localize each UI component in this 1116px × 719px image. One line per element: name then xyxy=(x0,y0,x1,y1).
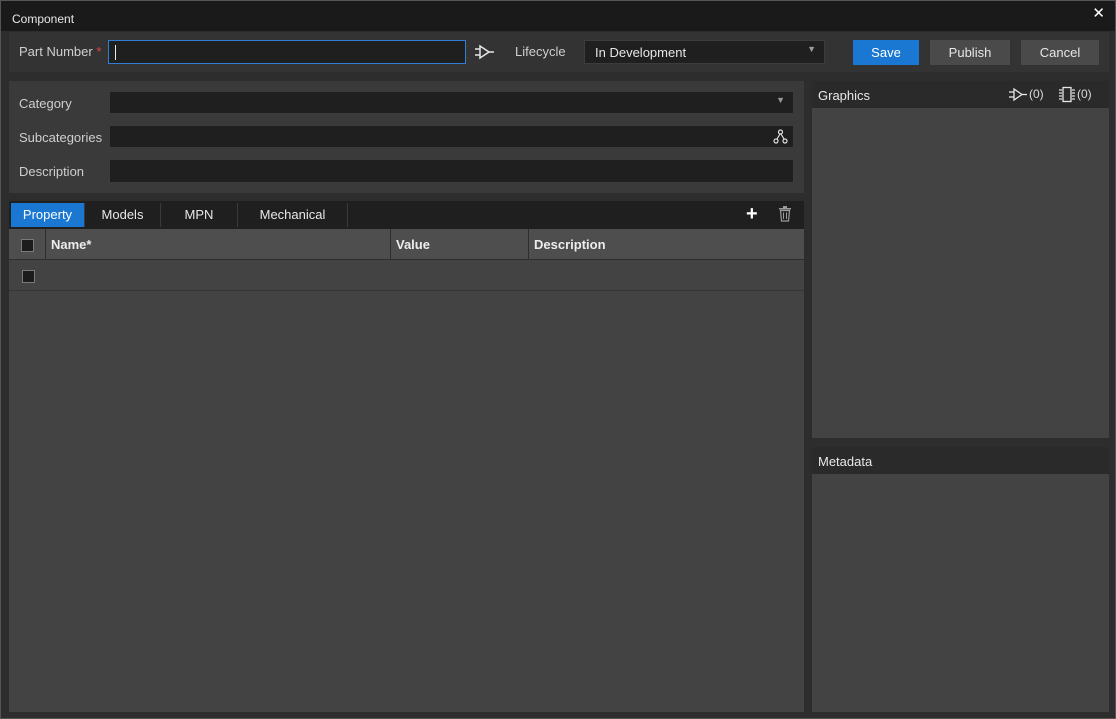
part-number-input[interactable] xyxy=(108,40,466,64)
tab-models[interactable]: Models xyxy=(85,203,161,227)
tab-mechanical[interactable]: Mechanical xyxy=(238,203,348,227)
required-mark: * xyxy=(96,44,102,59)
part-number-label: Part Number * xyxy=(19,44,102,59)
title-bar: Component ✕ xyxy=(1,1,1115,31)
graphics-title: Graphics xyxy=(818,88,871,103)
description-input[interactable] xyxy=(109,159,794,183)
table-row[interactable] xyxy=(9,260,804,291)
select-all-cell xyxy=(9,229,46,260)
lifecycle-select[interactable]: In Development ▼ xyxy=(584,40,825,64)
graphics-header: Graphics (0) (0) xyxy=(812,81,1109,108)
tab-property[interactable]: Property xyxy=(11,203,85,227)
subcategories-input[interactable] xyxy=(109,125,794,148)
metadata-panel: Metadata xyxy=(812,447,1109,712)
symbol-icon xyxy=(1008,86,1028,106)
metadata-header: Metadata xyxy=(812,447,1109,474)
cancel-button[interactable]: Cancel xyxy=(1021,40,1099,65)
column-header-name[interactable]: Name* xyxy=(46,229,391,260)
window-title: Component xyxy=(12,12,75,26)
add-icon[interactable]: + xyxy=(746,203,758,225)
category-select[interactable]: ▼ xyxy=(109,91,794,114)
symbol-icon[interactable] xyxy=(473,41,495,63)
details-panel: Category ▼ Subcategories Description xyxy=(9,81,804,193)
component-dialog: Component ✕ Part Number * Lifecycle In D… xyxy=(0,0,1116,719)
symbol-count: (0) xyxy=(1029,87,1044,101)
lifecycle-value: In Development xyxy=(595,45,687,60)
subcategories-label: Subcategories xyxy=(19,130,103,145)
column-header-value[interactable]: Value xyxy=(391,229,529,260)
chevron-down-icon: ▼ xyxy=(776,95,785,105)
metadata-title: Metadata xyxy=(818,454,873,469)
graphics-panel: Graphics (0) (0) xyxy=(812,81,1109,438)
trash-icon[interactable] xyxy=(778,206,792,225)
close-icon[interactable]: ✕ xyxy=(1092,4,1105,22)
tab-mpn[interactable]: MPN xyxy=(161,203,238,227)
row-checkbox[interactable] xyxy=(22,270,35,283)
text-caret xyxy=(115,45,116,60)
footprint-icon xyxy=(1058,86,1076,106)
chevron-down-icon: ▼ xyxy=(807,44,816,54)
description-label: Description xyxy=(19,164,85,179)
category-label: Category xyxy=(19,96,72,111)
publish-button[interactable]: Publish xyxy=(930,40,1010,65)
lifecycle-label: Lifecycle xyxy=(515,44,566,59)
select-all-checkbox[interactable] xyxy=(21,239,34,252)
hierarchy-icon[interactable] xyxy=(773,129,788,147)
toolbar: Part Number * Lifecycle In Development ▼… xyxy=(9,32,1109,72)
tab-bar: Property Models MPN Mechanical + xyxy=(9,201,804,229)
save-button[interactable]: Save xyxy=(853,40,919,65)
column-header-description[interactable]: Description xyxy=(529,229,804,260)
footprint-count: (0) xyxy=(1077,87,1092,101)
table-header: Name* Value Description xyxy=(9,229,804,260)
property-table: Name* Value Description xyxy=(9,229,804,712)
